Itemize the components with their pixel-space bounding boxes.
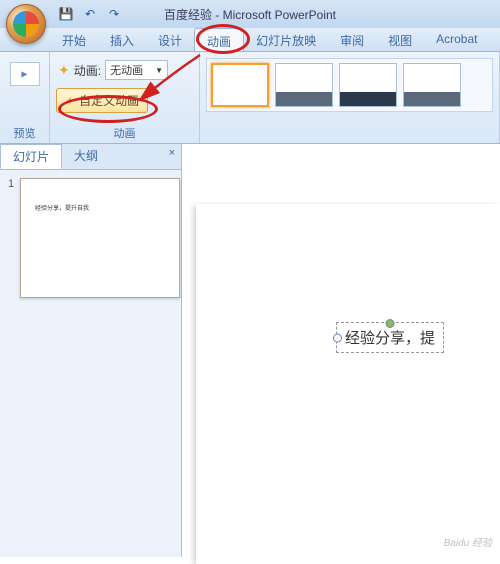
watermark: Baidu 经验 — [444, 534, 492, 549]
sidebar-tabs: 幻灯片 大纲 × — [0, 144, 181, 170]
menu-slideshow[interactable]: 幻灯片放映 — [244, 28, 328, 51]
transition-gallery — [206, 58, 493, 112]
tab-outline[interactable]: 大纲 — [62, 144, 110, 169]
preview-label: 预览 — [0, 125, 49, 141]
office-button[interactable] — [6, 4, 46, 44]
transition-item[interactable] — [339, 63, 397, 107]
star-icon: ✦ — [65, 94, 75, 108]
menu-bar: 开始 插入 设计 动画 幻灯片放映 审阅 视图 Acrobat — [0, 28, 500, 52]
title-bar: 💾 ↶ ↷ 百度经验 - Microsoft PowerPoint — [0, 0, 500, 28]
menu-insert[interactable]: 插入 — [98, 28, 146, 51]
transition-item[interactable] — [275, 63, 333, 107]
custom-animation-button[interactable]: ✦ 自定义动画 — [56, 88, 148, 113]
content-area: 幻灯片 大纲 × 1 经验分享，提升自我 经验分享，提 — [0, 144, 500, 557]
undo-button[interactable]: ↶ — [80, 4, 100, 24]
menu-acrobat[interactable]: Acrobat — [424, 28, 489, 51]
close-panel-button[interactable]: × — [163, 144, 181, 169]
slides-panel: 幻灯片 大纲 × 1 经验分享，提升自我 — [0, 144, 182, 557]
quick-access-toolbar: 💾 ↶ ↷ — [56, 4, 124, 24]
office-logo-icon — [13, 11, 39, 37]
menu-review[interactable]: 审阅 — [328, 28, 376, 51]
star-icon: ✦ — [58, 62, 70, 79]
preview-button[interactable] — [10, 62, 40, 86]
menu-view[interactable]: 视图 — [376, 28, 424, 51]
slide-canvas[interactable]: 经验分享，提 — [196, 204, 500, 564]
transition-none[interactable] — [211, 63, 269, 107]
menu-home[interactable]: 开始 — [50, 28, 98, 51]
custom-anim-label: 自定义动画 — [79, 92, 139, 109]
anim-label: 动画: — [74, 62, 101, 79]
thumbnail-text: 经验分享，提升自我 — [35, 203, 89, 212]
slide-number: 1 — [8, 178, 14, 190]
anim-dropdown[interactable]: 无动画 ▼ — [105, 60, 168, 80]
anim-group-label: 动画 — [50, 125, 199, 141]
ribbon-group-preview: 预览 — [0, 52, 50, 143]
ribbon-group-animation: ✦ 动画: 无动画 ▼ ✦ 自定义动画 动画 — [50, 52, 200, 143]
transition-item[interactable] — [403, 63, 461, 107]
anim-value: 无动画 — [110, 62, 143, 78]
menu-design[interactable]: 设计 — [146, 28, 194, 51]
window-title: 百度经验 - Microsoft PowerPoint — [164, 6, 336, 23]
slide-thumbnail[interactable]: 经验分享，提升自我 — [20, 178, 180, 298]
textbox-content[interactable]: 经验分享，提 — [345, 330, 435, 347]
ribbon-group-transitions — [200, 52, 500, 143]
chevron-down-icon: ▼ — [155, 66, 163, 75]
textbox-selected[interactable]: 经验分享，提 — [336, 322, 444, 353]
menu-animation[interactable]: 动画 — [194, 28, 244, 51]
redo-button[interactable]: ↷ — [104, 4, 124, 24]
thumbnail-area: 1 经验分享，提升自我 — [0, 170, 181, 306]
tab-slides[interactable]: 幻灯片 — [0, 144, 62, 169]
ribbon: 预览 ✦ 动画: 无动画 ▼ ✦ 自定义动画 动画 — [0, 52, 500, 144]
save-button[interactable]: 💾 — [56, 4, 76, 24]
slide-editor: 经验分享，提 — [182, 144, 500, 557]
